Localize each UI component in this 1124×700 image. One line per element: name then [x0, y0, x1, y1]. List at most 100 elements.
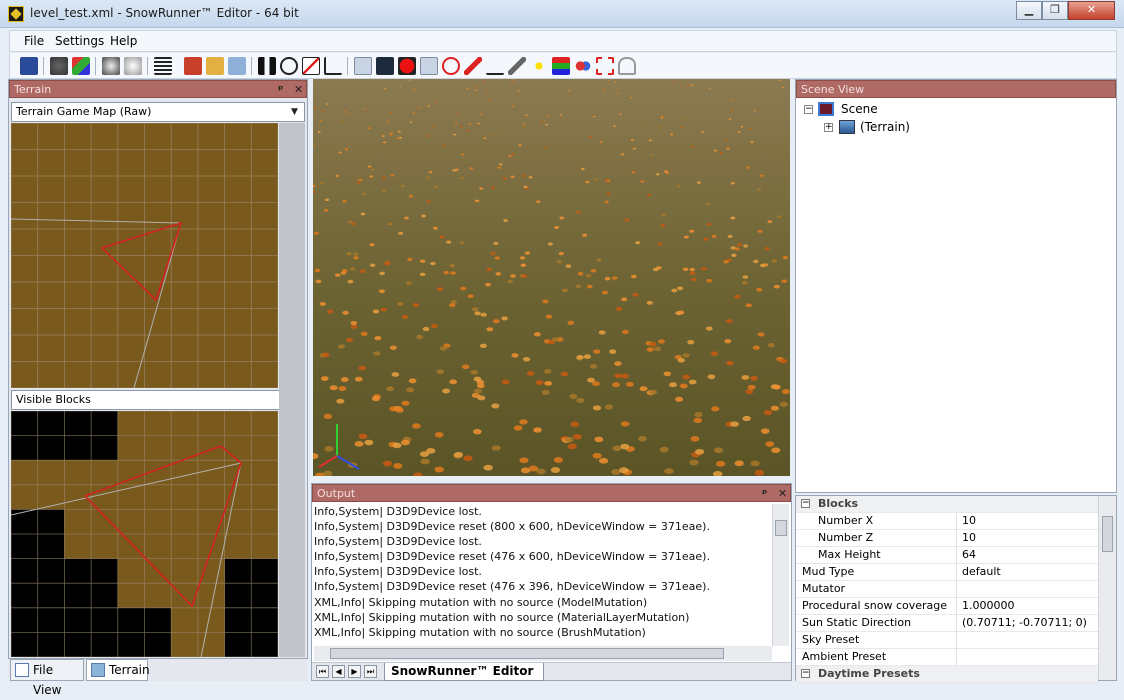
tab-file-view-label: File View: [33, 663, 62, 697]
road-icon[interactable]: [420, 57, 438, 75]
expand-icon[interactable]: +: [824, 123, 833, 132]
tree-node-terrain[interactable]: (Terrain): [860, 120, 910, 134]
toolbar: [9, 53, 1117, 79]
property-row[interactable]: Mud Type default: [796, 564, 1098, 581]
map-type-select[interactable]: Terrain Game Map (Raw) ▼: [11, 102, 305, 122]
property-row[interactable]: Sky Preset: [796, 632, 1098, 649]
property-row[interactable]: Max Height 64: [796, 547, 1098, 564]
align-icon[interactable]: [154, 57, 172, 75]
scroll-thumb[interactable]: [330, 648, 724, 659]
close-button[interactable]: ✕: [1068, 1, 1115, 20]
mesh-icon[interactable]: [552, 57, 570, 75]
properties-scrollbar[interactable]: [1098, 496, 1116, 680]
reload-icon[interactable]: [184, 57, 202, 75]
property-value[interactable]: 10: [962, 530, 976, 546]
last-tab-icon[interactable]: ⏭: [364, 665, 377, 678]
ruler-icon[interactable]: [508, 57, 526, 75]
terrain-map-drawing: [10, 122, 279, 389]
menu-settings[interactable]: Settings: [55, 34, 104, 48]
category-blocks-label: Blocks: [818, 497, 859, 510]
visible-blocks-select[interactable]: Visible Blocks ▼: [11, 390, 305, 410]
property-key: Sun Static Direction: [802, 616, 912, 629]
scroll-thumb[interactable]: [1102, 516, 1113, 552]
maximize-button[interactable]: ❐: [1042, 1, 1068, 20]
category-daytime-presets[interactable]: − Daytime Presets: [796, 666, 1098, 683]
overlap-icon[interactable]: [574, 57, 592, 75]
prev-tab-icon[interactable]: ◀: [332, 665, 345, 678]
property-row[interactable]: Mutator: [796, 581, 1098, 598]
toolbar-separator: [43, 57, 44, 75]
property-value[interactable]: default: [962, 564, 1001, 580]
terrain-mode-icon[interactable]: [354, 57, 372, 75]
select-icon[interactable]: [596, 57, 614, 75]
terrain-game-map[interactable]: [10, 122, 279, 389]
pin-icon[interactable]: ᵖ: [278, 81, 283, 98]
property-divider: [956, 547, 957, 564]
text-icon[interactable]: [464, 57, 482, 75]
record-icon[interactable]: [398, 57, 416, 75]
output-vertical-scrollbar[interactable]: [772, 504, 789, 646]
pause-icon[interactable]: [258, 57, 276, 75]
output-log[interactable]: Info,System| D3D9Device lost. Info,Syste…: [314, 504, 772, 656]
menu-file[interactable]: File: [24, 34, 44, 48]
scene-panel-header: Scene View: [796, 80, 1116, 98]
tab-file-view[interactable]: File View: [10, 659, 84, 697]
save-icon[interactable]: [20, 57, 38, 75]
output-panel-header: Output ᵖ ✕: [312, 484, 791, 502]
zoom-icon[interactable]: [280, 57, 298, 75]
layers-icon[interactable]: [376, 57, 394, 75]
property-value[interactable]: 10: [962, 513, 976, 529]
visible-blocks-value: Visible Blocks: [16, 393, 91, 406]
scroll-thumb[interactable]: [775, 520, 787, 536]
open-folder-icon[interactable]: [206, 57, 224, 75]
output-horizontal-scrollbar[interactable]: [314, 646, 772, 661]
menu-help[interactable]: Help: [110, 34, 137, 48]
output-panel-title: Output: [317, 487, 356, 500]
3d-viewport[interactable]: [313, 79, 790, 476]
property-divider: [956, 564, 957, 581]
property-divider: [956, 598, 957, 615]
collapse-icon[interactable]: −: [804, 105, 813, 114]
property-row[interactable]: Ambient Preset: [796, 649, 1098, 666]
property-key: Sky Preset: [802, 633, 860, 646]
first-tab-icon[interactable]: ⏮: [316, 665, 329, 678]
property-row[interactable]: Procedural snow coverage 1.000000: [796, 598, 1098, 615]
next-tab-icon[interactable]: ▶: [348, 665, 361, 678]
sky-icon[interactable]: [124, 57, 142, 75]
teapot-icon[interactable]: [50, 57, 68, 75]
collapse-icon[interactable]: −: [801, 499, 810, 508]
map-type-value: Terrain Game Map (Raw): [16, 105, 152, 118]
close-icon[interactable]: ✕: [778, 485, 787, 502]
axis-icon[interactable]: [72, 57, 90, 75]
property-value[interactable]: 64: [962, 547, 976, 563]
dome-icon[interactable]: [618, 57, 636, 75]
scene-panel-title: Scene View: [801, 83, 865, 96]
tree-node-scene[interactable]: Scene: [841, 102, 878, 116]
property-value[interactable]: (0.70711; -0.70711; 0): [962, 615, 1087, 631]
sun-icon[interactable]: [102, 57, 120, 75]
tab-snowrunner-editor[interactable]: SnowRunner™ Editor: [384, 663, 545, 681]
measure-icon[interactable]: [486, 57, 504, 75]
tab-terrain[interactable]: Terrain: [86, 659, 150, 681]
copy-icon[interactable]: [228, 57, 246, 75]
viewport-render: [313, 79, 790, 476]
pin-icon[interactable]: ᵖ: [762, 485, 767, 502]
property-value[interactable]: 1.000000: [962, 598, 1015, 614]
terrain-node-icon: [839, 120, 855, 134]
sound-icon[interactable]: [442, 57, 460, 75]
angle-icon[interactable]: [324, 57, 342, 75]
property-row[interactable]: Number X 10: [796, 513, 1098, 530]
visible-blocks-map[interactable]: [10, 410, 279, 658]
close-icon[interactable]: ✕: [294, 81, 303, 98]
property-row[interactable]: Sun Static Direction (0.70711; -0.70711; …: [796, 615, 1098, 632]
rotate-icon[interactable]: [302, 57, 320, 75]
category-blocks[interactable]: − Blocks: [796, 496, 1098, 513]
property-row[interactable]: Number Z 10: [796, 530, 1098, 547]
left-panel-scrollbar[interactable]: [279, 123, 305, 657]
collapse-icon[interactable]: −: [801, 669, 810, 678]
terrain-panel-title: Terrain: [14, 83, 52, 96]
log-line: Info,System| D3D9Device reset (800 x 600…: [314, 520, 710, 534]
light-icon[interactable]: [530, 57, 548, 75]
minimize-button[interactable]: ▁: [1016, 1, 1042, 20]
blocks-map-drawing: [10, 410, 279, 658]
